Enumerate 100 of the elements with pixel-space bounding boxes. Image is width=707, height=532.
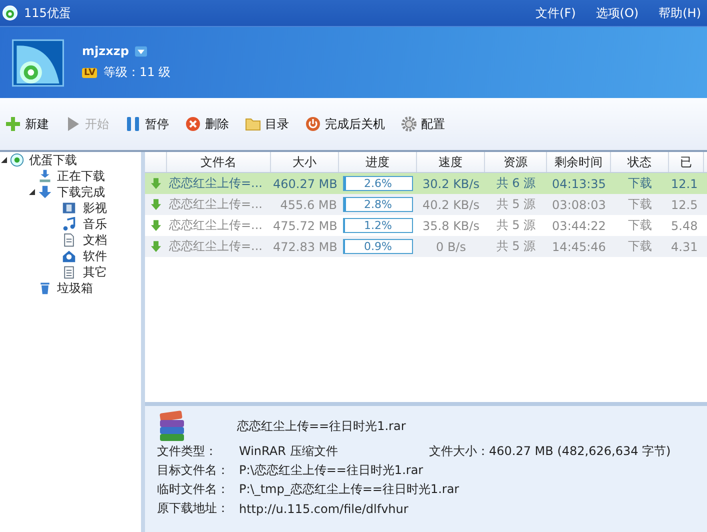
down-arrow-icon xyxy=(151,178,161,190)
field-label: 原下载地址： xyxy=(157,500,230,517)
notepad-icon xyxy=(62,265,76,279)
table-cell-text: 460.27 MB xyxy=(272,176,338,190)
table-cell-text: 455.6 MB xyxy=(279,198,338,212)
table-cell-text: 共 5 源 xyxy=(495,196,537,213)
trash-icon xyxy=(38,281,52,295)
tree-item[interactable]: 文档 xyxy=(83,232,107,248)
column-header[interactable]: 大小 xyxy=(271,152,339,172)
table-row[interactable]: 恋恋红尘上传=... 455.6 MB 2.8% 40.2 KB/s 共 5 源 03:08:03 下载 12.5 xyxy=(145,194,707,215)
table-row[interactable]: 恋恋红尘上传=... 472.83 MB 0.9% 0 B/s 共 5 源 14:45:46 下载 4.31 xyxy=(145,236,707,257)
settings-icon xyxy=(401,116,417,132)
window-title: 115优蛋 xyxy=(24,4,71,22)
table-cell-text: 472.83 MB xyxy=(272,240,338,254)
download-tray-icon xyxy=(38,169,52,183)
table-cell-text: 03:08:03 xyxy=(551,198,607,212)
table-cell-text: 共 6 源 xyxy=(495,175,537,192)
column-header[interactable]: 进度 xyxy=(339,152,417,172)
table-cell-text: 恋恋红尘上传=... xyxy=(168,196,264,213)
tree-item[interactable]: 影视 xyxy=(83,200,107,216)
toolbar-button[interactable]: 新建 xyxy=(2,114,52,134)
field-label: 文件类型： xyxy=(157,443,218,460)
field-value: P:\_tmp_恋恋红尘上传==往日时光1.rar xyxy=(239,481,460,498)
table-cell-text: 12.1 xyxy=(670,176,699,190)
folder-icon xyxy=(245,116,261,132)
table-cell-text: 30.2 KB/s xyxy=(422,176,480,190)
expanded-icon[interactable] xyxy=(0,156,8,164)
plus-icon xyxy=(5,116,21,132)
table-cell-text: 共 5 源 xyxy=(495,217,537,234)
table-row[interactable]: 恋恋红尘上传=... 460.27 MB 2.6% 30.2 KB/s 共 6 源 04:13:35 下载 12.1 xyxy=(145,173,707,194)
down-arrow-icon xyxy=(151,198,161,210)
toolbar-button[interactable]: 完成后关机 xyxy=(302,114,388,134)
table-cell-text: 12.5 xyxy=(670,198,699,212)
down-arrow-icon xyxy=(151,240,161,252)
progress-text: 2.8% xyxy=(363,198,393,211)
film-icon xyxy=(62,201,76,215)
app-logo-icon xyxy=(2,5,18,21)
tree-item[interactable]: 音乐 xyxy=(83,216,107,232)
menu-item[interactable]: 帮助(H) xyxy=(658,4,701,22)
tree-item[interactable]: 下载完成 xyxy=(57,184,105,200)
music-note-icon xyxy=(62,217,76,231)
table-cell-text: 03:44:22 xyxy=(551,218,607,232)
tree-item[interactable]: 垃圾箱 xyxy=(57,280,93,296)
table-cell-text: 下载 xyxy=(627,217,653,234)
expanded-icon[interactable] xyxy=(28,188,36,196)
table-cell-text: 4.31 xyxy=(670,240,699,254)
progress-text: 0.9% xyxy=(363,240,393,253)
table-cell-text: 475.72 MB xyxy=(272,218,338,232)
column-header[interactable]: 已 xyxy=(669,152,704,172)
down-arrow-icon xyxy=(151,220,161,232)
column-header[interactable]: 状态 xyxy=(611,152,669,172)
level-badge: LV xyxy=(82,68,98,78)
column-header[interactable]: 文件名 xyxy=(167,152,271,172)
field-label: 目标文件名： xyxy=(157,462,230,479)
field-value: http://u.115.com/file/dlfvhur xyxy=(239,502,408,516)
toolbar-button[interactable]: 配置 xyxy=(398,114,448,134)
user-name: mjzxzp xyxy=(82,44,129,58)
books-stack-icon xyxy=(157,410,187,442)
document-icon xyxy=(62,233,76,247)
box-icon xyxy=(62,249,76,263)
menu-item[interactable]: 选项(O) xyxy=(596,4,639,22)
table-cell-text: 0 B/s xyxy=(435,240,467,254)
progress-text: 1.2% xyxy=(363,219,393,232)
table-cell-text: 5.48 xyxy=(670,218,699,232)
dropdown-icon[interactable] xyxy=(134,46,147,56)
column-header[interactable]: 资源 xyxy=(485,152,547,172)
table-cell-text: 下载 xyxy=(627,175,653,192)
down-arrow-icon xyxy=(38,185,52,199)
power-icon xyxy=(305,116,321,132)
tree-item[interactable]: 优蛋下载 xyxy=(29,152,77,168)
menu-item[interactable]: 文件(F) xyxy=(536,4,576,22)
table-cell-text: 14:45:46 xyxy=(551,240,607,254)
file-name: 恋恋红尘上传==往日时光1.rar xyxy=(237,418,406,434)
play-icon xyxy=(65,116,81,132)
table-cell-text: 35.8 KB/s xyxy=(422,218,480,232)
field-label: 临时文件名： xyxy=(157,481,230,498)
progress-text: 2.6% xyxy=(363,177,393,190)
table-cell-text: 恋恋红尘上传=... xyxy=(168,238,264,255)
toolbar-button[interactable]: 目录 xyxy=(242,114,292,134)
user-level: 等级：11 级 xyxy=(103,64,171,81)
field-value: 460.27 MB (482,626,634 字节) xyxy=(489,443,671,460)
column-header[interactable]: 速度 xyxy=(417,152,485,172)
field-label: 文件大小： xyxy=(429,443,489,460)
table-cell-text: 40.2 KB/s xyxy=(422,198,480,212)
egg-logo-icon xyxy=(10,153,24,167)
table-cell-text: 下载 xyxy=(627,196,653,213)
pause-icon xyxy=(125,116,141,132)
tree-item[interactable]: 其它 xyxy=(83,264,107,280)
toolbar-button[interactable]: 暂停 xyxy=(122,114,172,134)
table-cell-text: 共 5 源 xyxy=(495,238,537,255)
tree-item[interactable]: 软件 xyxy=(83,248,107,264)
delete-icon xyxy=(185,116,201,132)
field-value: WinRAR 压缩文件 xyxy=(239,443,339,460)
tree-item[interactable]: 正在下载 xyxy=(57,168,105,184)
toolbar-button[interactable]: 删除 xyxy=(182,114,232,134)
table-cell-text: 04:13:35 xyxy=(551,176,607,190)
table-cell-text: 下载 xyxy=(627,238,653,255)
field-value: P:\恋恋红尘上传==往日时光1.rar xyxy=(239,462,424,479)
table-cell-text: 恋恋红尘上传=... xyxy=(168,217,264,234)
column-header[interactable]: 剩余时间 xyxy=(547,152,611,172)
